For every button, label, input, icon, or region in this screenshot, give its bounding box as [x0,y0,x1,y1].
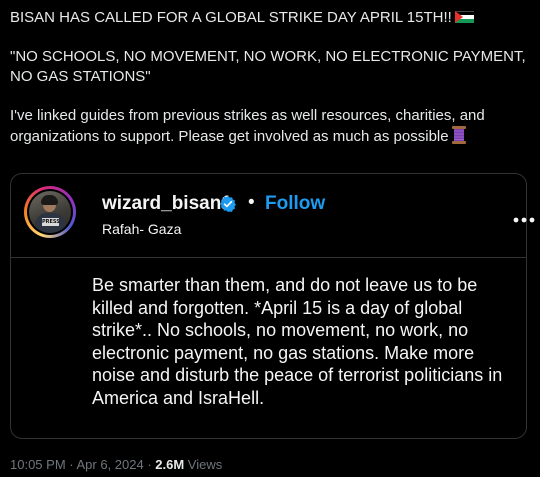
username-link[interactable]: wizard_bisan1 [102,192,232,216]
tweet-text: BISAN HAS CALLED FOR A GLOBAL STRIKE DAY… [10,8,535,150]
follow-button[interactable]: Follow [265,192,325,216]
more-options-icon[interactable] [513,211,535,223]
tweet-headline: BISAN HAS CALLED FOR A GLOBAL STRIKE DAY… [10,8,535,28]
post-metadata: 10:05 PM · Apr 6, 2024 · 2.6M Views [10,457,223,472]
views-label: Views [184,457,223,472]
separator-dot: • [248,192,255,213]
avatar-image: PRESS [29,191,71,233]
embedded-post-header: PRESS wizard_bisan1 • Follow Rafah- Gaza [11,174,535,258]
tweet-quote: "NO SCHOOLS, NO MOVEMENT, NO WORK, NO EL… [10,48,526,85]
views-count: 2.6M [155,457,185,472]
embedded-post-card[interactable]: PRESS wizard_bisan1 • Follow Rafah- Gaza… [10,173,535,439]
embedded-post-caption: Be smarter than them, and do not leave u… [92,275,503,408]
avatar[interactable]: PRESS [24,186,76,238]
location-label: Rafah- Gaza [102,221,182,237]
press-vest-label: PRESS [42,218,60,226]
post-date[interactable]: Apr 6, 2024 [77,457,144,472]
tweet-headline-text: BISAN HAS CALLED FOR A GLOBAL STRIKE DAY… [10,9,452,26]
verified-badge-icon [219,195,237,213]
tweet-body: I've linked guides from previous strikes… [10,106,535,150]
post-time[interactable]: 10:05 PM [10,457,66,472]
palestine-flag-icon [454,11,474,23]
thread-spool-icon [451,126,466,150]
tweet-body-text: I've linked guides from previous strikes… [10,107,485,145]
